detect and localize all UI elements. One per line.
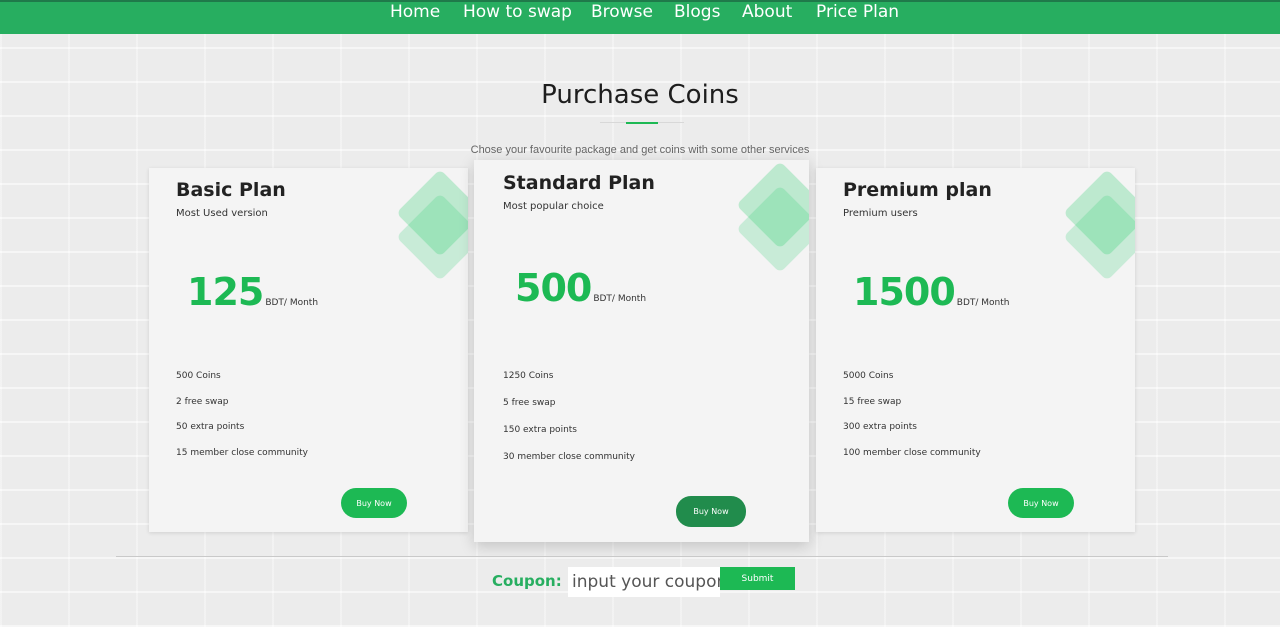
feature-item: 2 free swap bbox=[176, 396, 229, 407]
price-amount: 125 bbox=[187, 270, 264, 314]
price-amount: 500 bbox=[515, 266, 592, 310]
price-row: 1500 BDT/ Month bbox=[853, 270, 1009, 314]
premium-plan-card: Premium plan Premium users 1500 BDT/ Mon… bbox=[816, 168, 1135, 532]
feature-item: 300 extra points bbox=[843, 422, 917, 432]
feature-item: 500 Coins bbox=[176, 371, 221, 381]
feature-item: 150 extra points bbox=[503, 425, 577, 435]
bottom-divider bbox=[116, 556, 1168, 557]
price-unit: BDT/ Month bbox=[956, 298, 1010, 308]
coupon-input[interactable] bbox=[568, 567, 720, 597]
price-unit: BDT/ Month bbox=[265, 298, 319, 308]
feature-item: 100 member close community bbox=[843, 447, 981, 458]
feature-item: 5 free swap bbox=[503, 398, 556, 408]
feature-item: 30 member close community bbox=[503, 452, 635, 462]
plan-tagline: Most popular choice bbox=[503, 201, 604, 212]
basic-buy-now-button[interactable]: Buy Now bbox=[341, 488, 407, 518]
page-title: Purchase Coins bbox=[541, 80, 739, 110]
feature-item: 15 free swap bbox=[843, 396, 902, 407]
feature-item: 50 extra points bbox=[176, 422, 245, 432]
card-decoration bbox=[1046, 168, 1135, 281]
plan-tagline: Premium users bbox=[843, 208, 918, 219]
feature-item: 5000 Coins bbox=[843, 371, 894, 381]
coupon-label: Coupon: bbox=[492, 572, 562, 590]
feature-list: 500 Coins 2 free swap 50 extra points 15… bbox=[176, 370, 308, 472]
coupon-submit-button[interactable]: Submit bbox=[720, 567, 795, 590]
plan-name: Standard Plan bbox=[503, 172, 655, 194]
standard-buy-now-button[interactable]: Buy Now bbox=[676, 496, 746, 527]
card-decoration bbox=[379, 168, 468, 281]
standard-plan-card: Standard Plan Most popular choice 500 BD… bbox=[474, 160, 809, 542]
card-decoration bbox=[719, 160, 809, 273]
nav-about-link[interactable]: About bbox=[742, 2, 792, 22]
basic-plan-card: Basic Plan Most Used version 125 BDT/ Mo… bbox=[149, 168, 468, 532]
title-divider bbox=[600, 121, 684, 124]
nav-how-to-swap-link[interactable]: How to swap bbox=[463, 2, 572, 22]
nav-blogs-link[interactable]: Blogs bbox=[674, 2, 720, 22]
plan-name: Premium plan bbox=[843, 179, 992, 201]
page-subtitle: Chose your favourite package and get coi… bbox=[470, 144, 810, 156]
top-navbar: Home How to swap Browse Blogs About Pric… bbox=[0, 0, 1280, 34]
feature-item: 1250 Coins bbox=[503, 371, 554, 381]
premium-buy-now-button[interactable]: Buy Now bbox=[1008, 488, 1074, 518]
feature-item: 15 member close community bbox=[176, 447, 308, 458]
nav-browse-link[interactable]: Browse bbox=[591, 2, 653, 22]
price-amount: 1500 bbox=[853, 270, 956, 314]
title-divider-accent bbox=[626, 121, 658, 124]
price-row: 125 BDT/ Month bbox=[187, 270, 318, 314]
price-unit: BDT/ Month bbox=[593, 294, 647, 304]
plan-tagline: Most Used version bbox=[176, 208, 268, 219]
plan-name: Basic Plan bbox=[176, 179, 286, 201]
nav-price-plan-link[interactable]: Price Plan bbox=[816, 2, 899, 22]
feature-list: 1250 Coins 5 free swap 150 extra points … bbox=[503, 370, 635, 478]
feature-list: 5000 Coins 15 free swap 300 extra points… bbox=[843, 370, 981, 472]
price-row: 500 BDT/ Month bbox=[515, 266, 646, 310]
nav-home-link[interactable]: Home bbox=[390, 2, 440, 22]
